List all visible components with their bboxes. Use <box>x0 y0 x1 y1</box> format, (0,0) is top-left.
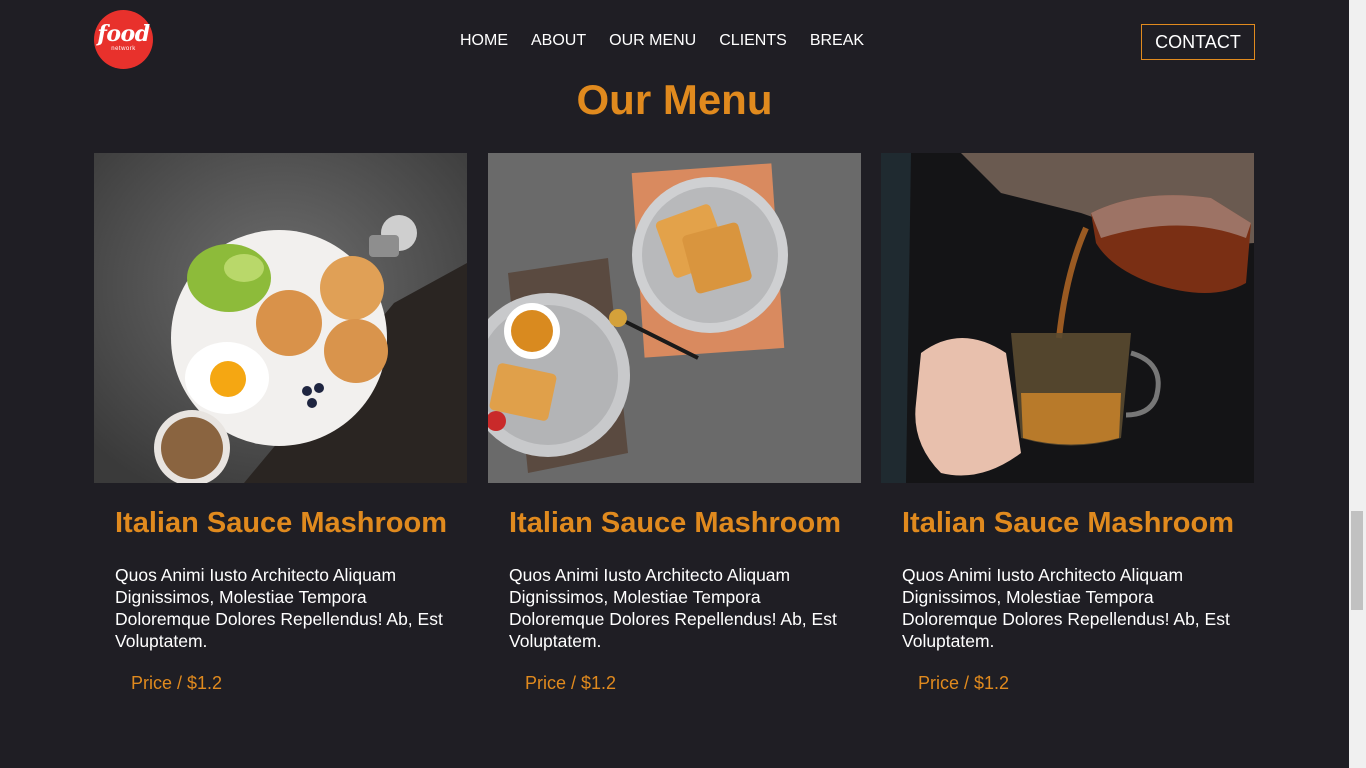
menu-card: Italian Sauce Mashroom Quos Animi Iusto … <box>881 153 1254 693</box>
food-network-logo[interactable]: food network <box>94 10 153 69</box>
card-price: Price / $1.2 <box>131 673 223 693</box>
scrollbar-thumb[interactable] <box>1351 511 1363 610</box>
nav-break[interactable]: BREAK <box>810 32 864 50</box>
card-description: Quos Animi Iusto Architecto Aliquam Dign… <box>115 565 443 651</box>
nav-clients[interactable]: CLIENTS <box>719 32 787 50</box>
main-nav: HOME ABOUT OUR MENU CLIENTS BREAK <box>460 32 864 50</box>
card-price: Price / $1.2 <box>918 673 1010 693</box>
menu-card: Italian Sauce Mashroom Quos Animi Iusto … <box>94 153 467 693</box>
card-description: Quos Animi Iusto Architecto Aliquam Dign… <box>902 565 1230 651</box>
waffles-photo <box>488 153 861 483</box>
logo-sub: network <box>111 46 136 52</box>
card-title: Italian Sauce Mashroom <box>902 507 1234 539</box>
section-title: Our Menu <box>576 76 773 123</box>
card-description: Quos Animi Iusto Architecto Aliquam Dign… <box>509 565 837 651</box>
menu-card: Italian Sauce Mashroom Quos Animi Iusto … <box>488 153 861 693</box>
nav-about[interactable]: ABOUT <box>531 32 586 50</box>
logo-word: food <box>97 21 150 47</box>
breakfast-plate-photo <box>94 153 467 483</box>
page-scrollbar[interactable] <box>1349 0 1366 768</box>
tea-pouring-photo <box>881 153 1254 483</box>
contact-button[interactable]: CONTACT <box>1141 24 1255 60</box>
nav-our-menu[interactable]: OUR MENU <box>609 32 696 50</box>
card-title: Italian Sauce Mashroom <box>509 507 841 539</box>
nav-home[interactable]: HOME <box>460 32 508 50</box>
card-price: Price / $1.2 <box>525 673 617 693</box>
card-title: Italian Sauce Mashroom <box>115 507 447 539</box>
site-header: food network HOME ABOUT OUR MENU CLIENTS… <box>0 0 1349 82</box>
